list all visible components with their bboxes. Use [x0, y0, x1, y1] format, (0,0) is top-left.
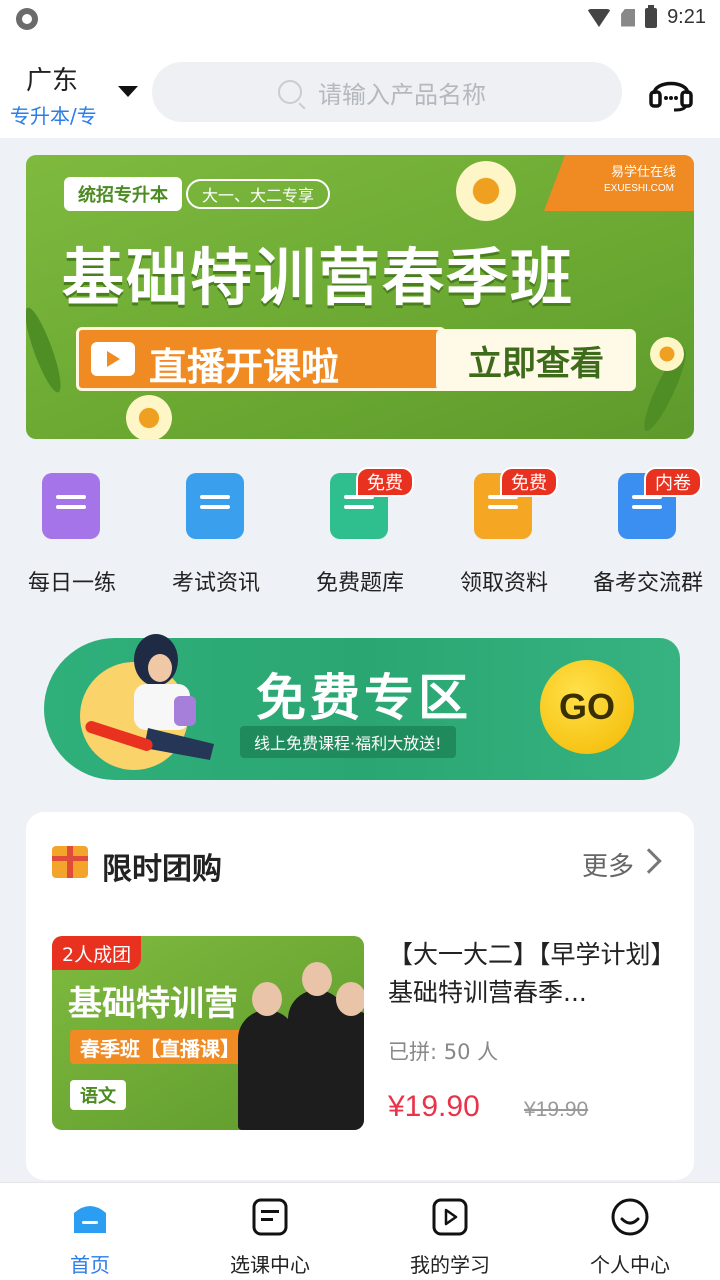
banner-tag: 统招专升本: [64, 177, 182, 211]
promo-banner[interactable]: 统招专升本 大一、大二专享 易学仕在线 EXUESHI.COM 基础特训营春季班…: [26, 155, 694, 439]
tv-play-icon: [91, 342, 135, 376]
gift-icon: [52, 846, 88, 878]
battery-icon: [645, 4, 658, 28]
flower-decoration: [126, 395, 172, 439]
live-label: 直播开课啦: [76, 327, 446, 391]
category-label[interactable]: 专升本/专: [10, 100, 102, 129]
smile-icon: [611, 1198, 649, 1236]
product-price: ¥19.90: [388, 1090, 480, 1123]
app-notification-icon: [16, 8, 38, 30]
search-placeholder: 请输入产品名称: [318, 80, 486, 109]
quick-link-exam-news[interactable]: 考试资讯: [144, 465, 288, 600]
clock: 9:21: [667, 6, 706, 28]
quick-link-label: 免费题库: [315, 571, 404, 596]
tab-home[interactable]: 首页: [0, 1183, 180, 1280]
flower-decoration: [650, 337, 684, 371]
caret-down-icon[interactable]: [118, 86, 138, 97]
quick-link-study-group[interactable]: 内卷 备考交流群: [576, 465, 720, 600]
free-badge: 免费: [500, 467, 558, 497]
bottom-tab-bar: 首页 选课中心 我的学习 个人中心: [0, 1182, 720, 1280]
news-icon: [186, 473, 244, 539]
live-text: 直播开课啦: [149, 345, 340, 389]
quick-link-materials[interactable]: 免费 领取资料: [432, 465, 576, 600]
leaf-decoration: [26, 304, 67, 396]
banner-audience: 大一、大二专享: [186, 179, 331, 209]
home-icon: [74, 1206, 106, 1233]
original-price: ¥19.90: [524, 1098, 589, 1121]
wifi-icon: [587, 8, 612, 27]
practice-icon: [42, 473, 100, 539]
quick-link-label: 考试资讯: [171, 571, 260, 596]
thumbnail-subtitle: 春季班【直播课】: [70, 1030, 250, 1064]
thumbnail-subject: 语文: [70, 1080, 126, 1110]
tab-label: 我的学习: [410, 1253, 490, 1277]
product-name[interactable]: 【大一大二】【早学计划】基础特训营春季...: [388, 936, 670, 1012]
tab-course-center[interactable]: 选课中心: [180, 1183, 360, 1280]
quick-link-label: 领取资料: [459, 571, 548, 596]
search-input[interactable]: 请输入产品名称: [152, 62, 622, 122]
thumbnail-title: 基础特训营: [68, 984, 238, 1024]
teacher-photo: [322, 982, 364, 1130]
group-size-badge: 2人成团: [52, 936, 142, 970]
flower-decoration: [456, 161, 516, 221]
chevron-right-icon[interactable]: [636, 848, 662, 874]
product-thumbnail[interactable]: 2人成团 基础特训营 春季班【直播课】 语文: [52, 936, 364, 1130]
status-bar: 9:21: [0, 0, 720, 38]
quick-link-daily-practice[interactable]: 每日一练: [0, 465, 144, 600]
quick-links: 每日一练 考试资讯 免费 免费题库 免费 领取资料 内卷 备考交流群: [0, 465, 720, 600]
tab-my-learning[interactable]: 我的学习: [360, 1183, 540, 1280]
student-illustration: [80, 634, 214, 770]
free-zone-subtitle: 线上免费课程·福利大放送!: [240, 726, 456, 758]
headset-icon[interactable]: [648, 72, 694, 112]
tab-label: 首页: [70, 1253, 110, 1277]
go-button[interactable]: GO: [540, 660, 634, 754]
brand-logo-name: 易学仕在线: [610, 165, 676, 180]
more-link[interactable]: 更多: [582, 846, 634, 883]
quick-link-question-bank[interactable]: 免费 免费题库: [288, 465, 432, 600]
view-now-button[interactable]: 立即查看: [436, 329, 636, 391]
quick-link-label: 备考交流群: [592, 571, 703, 596]
section-title: 限时团购: [102, 852, 222, 887]
free-zone-title: 免费专区: [256, 669, 472, 727]
sim-icon: [621, 8, 636, 27]
joined-count: 已拼: 50 人: [388, 1040, 499, 1064]
tab-label: 选课中心: [230, 1253, 310, 1277]
free-badge: 免费: [356, 467, 414, 497]
brand-logo-url: EXUESHI.COM: [603, 183, 674, 194]
course-list-icon: [252, 1198, 288, 1236]
search-icon: [278, 80, 302, 104]
quick-link-label: 每日一练: [27, 571, 116, 596]
group-buy-section: 限时团购 更多 2人成团 基础特训营 春季班【直播课】 语文 【大一大二】【早学…: [26, 812, 694, 1180]
hot-badge: 内卷: [644, 467, 702, 497]
tab-label: 个人中心: [590, 1253, 670, 1277]
free-zone-banner[interactable]: 免费专区 线上免费课程·福利大放送! GO: [44, 620, 680, 782]
tab-profile[interactable]: 个人中心: [540, 1183, 720, 1280]
top-header: 广东 专升本/专 请输入产品名称: [0, 38, 720, 138]
banner-title: 基础特训营春季班: [62, 241, 575, 314]
status-icons: 9:21: [587, 4, 706, 29]
play-icon: [432, 1198, 468, 1236]
location-city[interactable]: 广东: [26, 60, 78, 97]
